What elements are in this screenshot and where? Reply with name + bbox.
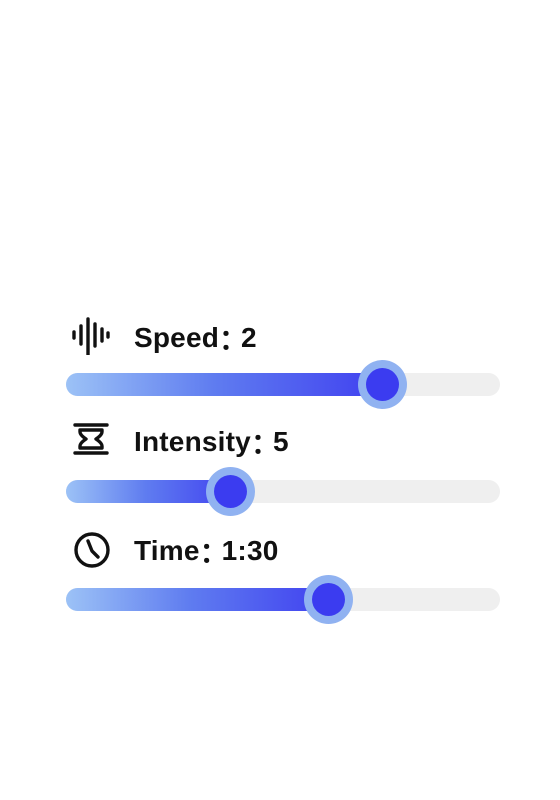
speed-header: Speed ： 2 xyxy=(66,313,500,357)
speed-label-row: Speed ： 2 xyxy=(134,318,257,358)
time-label: Time xyxy=(134,535,200,566)
intensity-separator: ： xyxy=(250,428,280,459)
intensity-value: 5 xyxy=(272,426,289,457)
speed-separator: ： xyxy=(219,324,248,355)
clock-icon xyxy=(70,529,110,569)
intensity-slider-thumb[interactable] xyxy=(206,467,256,516)
speed-slider-track[interactable] xyxy=(66,360,500,409)
time-separator: ： xyxy=(199,537,228,568)
intensity-slider-track[interactable] xyxy=(66,467,500,516)
time-slider-thumb[interactable] xyxy=(304,575,354,624)
intensity-label-row: Intensity ： 5 xyxy=(134,422,289,462)
speed-value: 2 xyxy=(241,322,257,353)
time-value: 1:30 xyxy=(221,535,279,566)
audio-waveform-icon xyxy=(70,315,110,355)
time-label-row: Time ： 1:30 xyxy=(134,531,279,571)
speed-label: Speed xyxy=(134,322,220,353)
hourglass-icon xyxy=(70,419,110,459)
time-header: Time ： 1:30 xyxy=(66,527,500,571)
intensity-header: Intensity ： 5 xyxy=(66,419,500,463)
speed-slider-fill xyxy=(66,373,395,396)
time-slider-fill xyxy=(66,588,341,611)
speed-slider-thumb[interactable] xyxy=(358,360,408,409)
time-slider-track[interactable] xyxy=(66,575,500,624)
intensity-label: Intensity xyxy=(134,426,251,457)
